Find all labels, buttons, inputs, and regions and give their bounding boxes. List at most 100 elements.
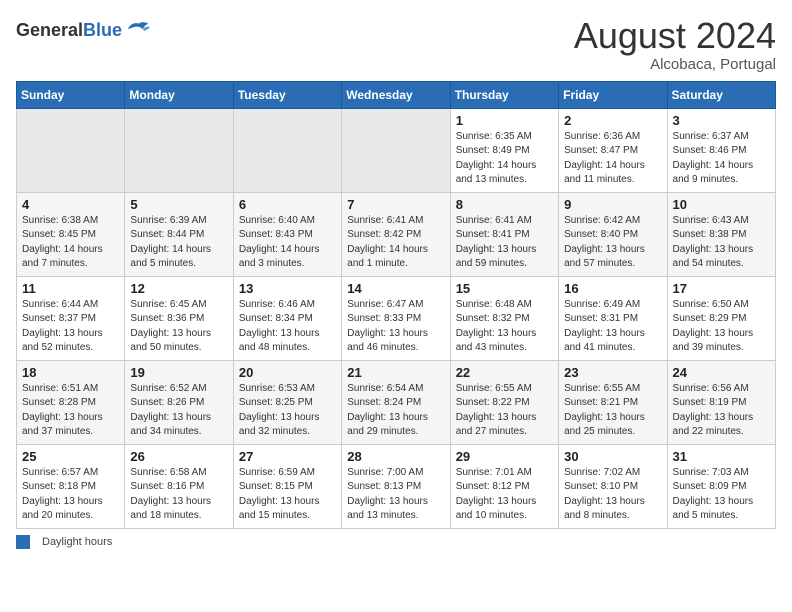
calendar-week-row: 11Sunrise: 6:44 AM Sunset: 8:37 PM Dayli…: [17, 276, 776, 360]
day-number: 12: [130, 281, 227, 296]
day-info: Sunrise: 6:42 AM Sunset: 8:40 PM Dayligh…: [564, 214, 661, 272]
day-info: Sunrise: 7:01 AM Sunset: 8:12 PM Dayligh…: [456, 466, 553, 524]
weekday-header-thursday: Thursday: [450, 81, 558, 108]
calendar-cell: 6Sunrise: 6:40 AM Sunset: 8:43 PM Daylig…: [233, 192, 341, 276]
day-info: Sunrise: 6:56 AM Sunset: 8:19 PM Dayligh…: [673, 382, 770, 440]
day-info: Sunrise: 6:44 AM Sunset: 8:37 PM Dayligh…: [22, 298, 119, 356]
day-number: 23: [564, 365, 661, 380]
logo-text: GeneralBlue: [16, 20, 122, 41]
day-info: Sunrise: 6:58 AM Sunset: 8:16 PM Dayligh…: [130, 466, 227, 524]
day-number: 8: [456, 197, 553, 212]
day-info: Sunrise: 6:50 AM Sunset: 8:29 PM Dayligh…: [673, 298, 770, 356]
day-number: 24: [673, 365, 770, 380]
calendar-week-row: 4 Sunrise: 6:38 AM Sunset: 8:45 PM Daylig…: [17, 192, 776, 276]
calendar-cell: 26 Sunrise: 6:58 AM Sunset: 8:16 PM Dayli…: [125, 444, 233, 528]
calendar-cell: 31Sunrise: 7:03 AM Sunset: 8:09 PM Dayli…: [667, 444, 775, 528]
calendar-cell: [233, 108, 341, 192]
calendar-cell: 28 Sunrise: 7:00 AM Sunset: 8:13 PM Dayli…: [342, 444, 450, 528]
calendar-cell: [125, 108, 233, 192]
day-number: 19: [130, 365, 227, 380]
day-number: 7: [347, 197, 444, 212]
calendar-cell: 10 Sunrise: 6:43 AM Sunset: 8:38 PM Dayli…: [667, 192, 775, 276]
day-number: 17: [673, 281, 770, 296]
day-info: Sunrise: 6:38 AM Sunset: 8:45 PM Dayligh…: [22, 214, 119, 272]
day-info: Sunrise: 6:55 AM Sunset: 8:22 PM Dayligh…: [456, 382, 553, 440]
day-number: 28: [347, 449, 444, 464]
calendar-cell: 19Sunrise: 6:52 AM Sunset: 8:26 PM Dayli…: [125, 360, 233, 444]
day-number: 30: [564, 449, 661, 464]
day-info: Sunrise: 6:49 AM Sunset: 8:31 PM Dayligh…: [564, 298, 661, 356]
day-info: Sunrise: 7:03 AM Sunset: 8:09 PM Dayligh…: [673, 466, 770, 524]
calendar-cell: 27 Sunrise: 6:59 AM Sunset: 8:15 PM Dayli…: [233, 444, 341, 528]
day-info: Sunrise: 6:53 AM Sunset: 8:25 PM Dayligh…: [239, 382, 336, 440]
calendar-cell: 2Sunrise: 6:36 AM Sunset: 8:47 PM Daylig…: [559, 108, 667, 192]
calendar-cell: 16 Sunrise: 6:49 AM Sunset: 8:31 PM Dayli…: [559, 276, 667, 360]
day-info: Sunrise: 6:59 AM Sunset: 8:15 PM Dayligh…: [239, 466, 336, 524]
legend-label: Daylight hours: [42, 536, 112, 548]
day-number: 26: [130, 449, 227, 464]
logo-bird-icon: [124, 16, 152, 44]
calendar-cell: 23Sunrise: 6:55 AM Sunset: 8:21 PM Dayli…: [559, 360, 667, 444]
day-info: Sunrise: 6:43 AM Sunset: 8:38 PM Dayligh…: [673, 214, 770, 272]
day-number: 27: [239, 449, 336, 464]
month-title: August 2024: [574, 16, 776, 56]
day-number: 3: [673, 113, 770, 128]
weekday-header-tuesday: Tuesday: [233, 81, 341, 108]
calendar-cell: 24 Sunrise: 6:56 AM Sunset: 8:19 PM Dayli…: [667, 360, 775, 444]
calendar-cell: 13Sunrise: 6:46 AM Sunset: 8:34 PM Dayli…: [233, 276, 341, 360]
day-info: Sunrise: 6:37 AM Sunset: 8:46 PM Dayligh…: [673, 130, 770, 188]
calendar-week-row: 18Sunrise: 6:51 AM Sunset: 8:28 PM Dayli…: [17, 360, 776, 444]
day-info: Sunrise: 7:00 AM Sunset: 8:13 PM Dayligh…: [347, 466, 444, 524]
calendar-cell: 1 Sunrise: 6:35 AM Sunset: 8:49 PM Daylig…: [450, 108, 558, 192]
title-block: August 2024 Alcobaca, Portugal: [574, 16, 776, 73]
weekday-header-row: SundayMondayTuesdayWednesdayThursdayFrid…: [17, 81, 776, 108]
calendar-cell: 4 Sunrise: 6:38 AM Sunset: 8:45 PM Daylig…: [17, 192, 125, 276]
day-number: 1: [456, 113, 553, 128]
day-number: 14: [347, 281, 444, 296]
calendar-week-row: 25Sunrise: 6:57 AM Sunset: 8:18 PM Dayli…: [17, 444, 776, 528]
calendar-cell: 21Sunrise: 6:54 AM Sunset: 8:24 PM Dayli…: [342, 360, 450, 444]
calendar-cell: 18Sunrise: 6:51 AM Sunset: 8:28 PM Dayli…: [17, 360, 125, 444]
calendar-cell: 17 Sunrise: 6:50 AM Sunset: 8:29 PM Dayli…: [667, 276, 775, 360]
day-number: 20: [239, 365, 336, 380]
day-info: Sunrise: 6:41 AM Sunset: 8:42 PM Dayligh…: [347, 214, 444, 272]
day-info: Sunrise: 7:02 AM Sunset: 8:10 PM Dayligh…: [564, 466, 661, 524]
day-number: 13: [239, 281, 336, 296]
weekday-header-sunday: Sunday: [17, 81, 125, 108]
day-number: 16: [564, 281, 661, 296]
weekday-header-saturday: Saturday: [667, 81, 775, 108]
day-info: Sunrise: 6:36 AM Sunset: 8:47 PM Dayligh…: [564, 130, 661, 188]
day-number: 9: [564, 197, 661, 212]
day-number: 10: [673, 197, 770, 212]
day-number: 21: [347, 365, 444, 380]
calendar-cell: 14 Sunrise: 6:47 AM Sunset: 8:33 PM Dayli…: [342, 276, 450, 360]
calendar-cell: 22 Sunrise: 6:55 AM Sunset: 8:22 PM Dayli…: [450, 360, 558, 444]
calendar-cell: [342, 108, 450, 192]
calendar-cell: 7 Sunrise: 6:41 AM Sunset: 8:42 PM Daylig…: [342, 192, 450, 276]
day-number: 22: [456, 365, 553, 380]
day-info: Sunrise: 6:47 AM Sunset: 8:33 PM Dayligh…: [347, 298, 444, 356]
weekday-header-friday: Friday: [559, 81, 667, 108]
day-number: 5: [130, 197, 227, 212]
calendar-table: SundayMondayTuesdayWednesdayThursdayFrid…: [16, 81, 776, 529]
page-header: GeneralBlue August 2024 Alcobaca, Portug…: [16, 16, 776, 73]
calendar-cell: 12Sunrise: 6:45 AM Sunset: 8:36 PM Dayli…: [125, 276, 233, 360]
calendar-cell: 9 Sunrise: 6:42 AM Sunset: 8:40 PM Daylig…: [559, 192, 667, 276]
day-info: Sunrise: 6:40 AM Sunset: 8:43 PM Dayligh…: [239, 214, 336, 272]
logo: GeneralBlue: [16, 16, 152, 44]
weekday-header-wednesday: Wednesday: [342, 81, 450, 108]
day-number: 4: [22, 197, 119, 212]
day-info: Sunrise: 6:48 AM Sunset: 8:32 PM Dayligh…: [456, 298, 553, 356]
day-number: 29: [456, 449, 553, 464]
calendar-cell: [17, 108, 125, 192]
day-info: Sunrise: 6:51 AM Sunset: 8:28 PM Dayligh…: [22, 382, 119, 440]
calendar-cell: 5 Sunrise: 6:39 AM Sunset: 8:44 PM Daylig…: [125, 192, 233, 276]
location-subtitle: Alcobaca, Portugal: [574, 56, 776, 73]
footer: Daylight hours: [16, 535, 776, 549]
calendar-cell: 3 Sunrise: 6:37 AM Sunset: 8:46 PM Daylig…: [667, 108, 775, 192]
calendar-cell: 11Sunrise: 6:44 AM Sunset: 8:37 PM Dayli…: [17, 276, 125, 360]
calendar-cell: 20 Sunrise: 6:53 AM Sunset: 8:25 PM Dayli…: [233, 360, 341, 444]
day-info: Sunrise: 6:35 AM Sunset: 8:49 PM Dayligh…: [456, 130, 553, 188]
weekday-header-monday: Monday: [125, 81, 233, 108]
day-info: Sunrise: 6:39 AM Sunset: 8:44 PM Dayligh…: [130, 214, 227, 272]
